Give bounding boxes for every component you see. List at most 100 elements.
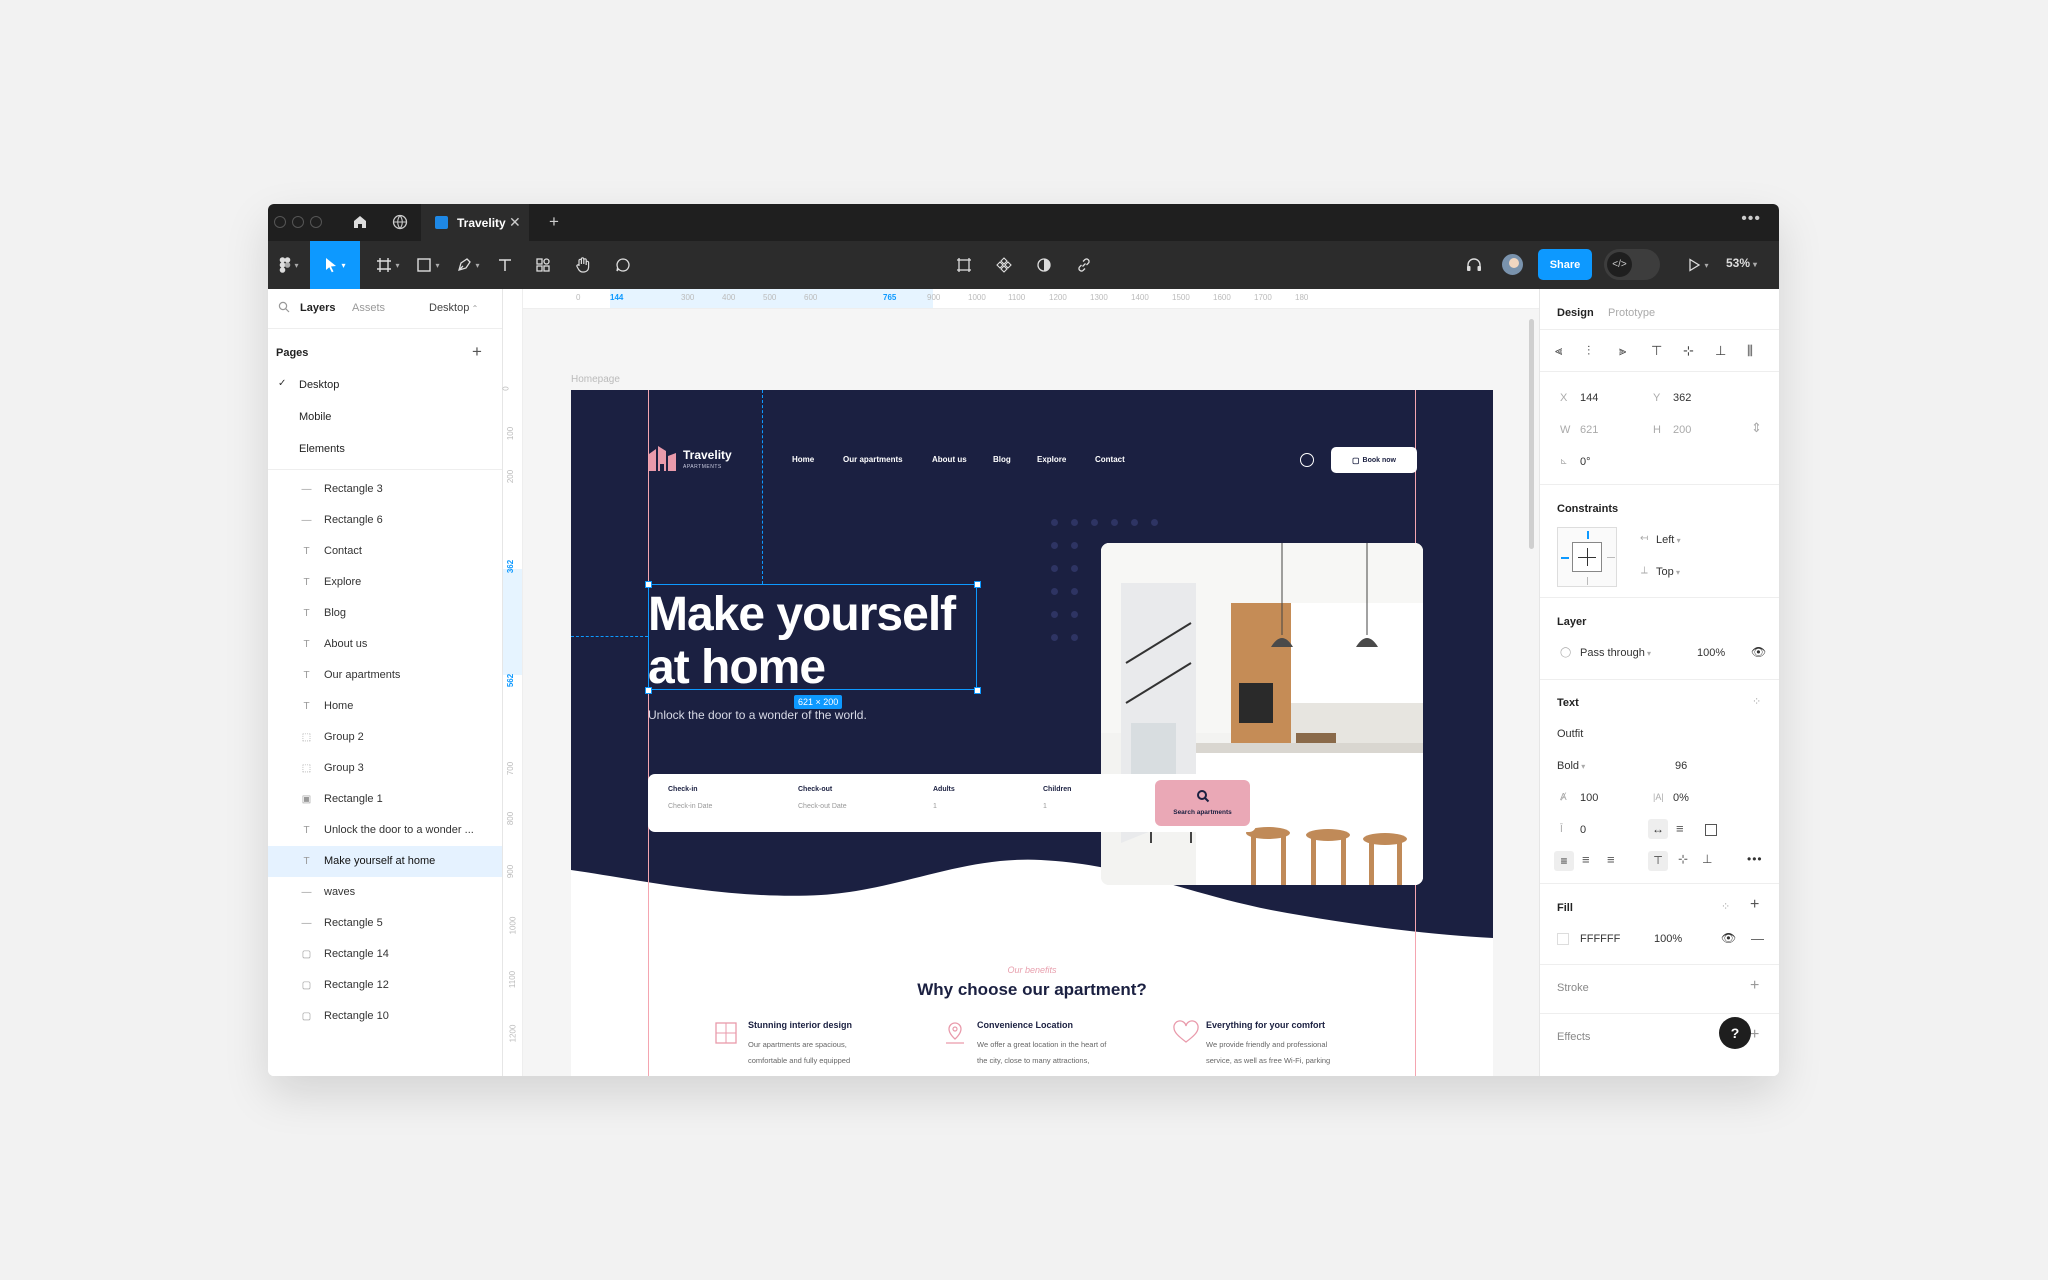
font-weight-select[interactable]: Bold ▾ (1557, 760, 1585, 772)
search-apartments-button[interactable]: Search apartments (1155, 780, 1250, 826)
font-family-select[interactable]: Outfit (1557, 728, 1583, 740)
resources-tool[interactable] (526, 241, 560, 289)
remove-fill-icon[interactable]: — (1751, 931, 1764, 946)
nav-explore[interactable]: Explore (1037, 455, 1066, 464)
add-effect-icon[interactable]: + (1750, 1026, 1759, 1044)
layer-row[interactable]: T Explore (268, 567, 502, 598)
avatar[interactable] (1500, 252, 1525, 277)
checkin-field[interactable]: Check-in Date (668, 803, 712, 810)
paragraph-spacing-input[interactable]: 0 (1580, 824, 1586, 836)
add-page-icon[interactable]: + (472, 342, 482, 362)
layer-row[interactable]: T Home (268, 691, 502, 722)
rotation-input[interactable]: 0° (1580, 456, 1591, 468)
layer-row[interactable]: ⬚ Group 2 (268, 722, 502, 753)
resize-handle[interactable] (974, 687, 981, 694)
height-input[interactable]: 200 (1673, 424, 1691, 436)
nav-our-apartments[interactable]: Our apartments (843, 455, 903, 464)
homepage-frame[interactable]: Travelity APARTMENTS Home Our apartments… (571, 390, 1493, 1076)
add-fill-icon[interactable]: + (1750, 896, 1759, 914)
constrain-proportions-icon[interactable]: ⇕ (1751, 420, 1762, 436)
more-icon[interactable]: ••• (1741, 210, 1761, 228)
audio-button[interactable] (1458, 241, 1490, 289)
close-window-button[interactable] (274, 216, 286, 228)
canvas[interactable]: Homepage Travelity APARTMENTS Home Our a… (523, 309, 1539, 1076)
layer-row[interactable]: ▢ Rectangle 10 (268, 1001, 502, 1032)
text-styles-icon[interactable]: ⁘ (1752, 695, 1761, 708)
text-tool[interactable] (488, 241, 522, 289)
layer-row[interactable]: T Our apartments (268, 660, 502, 691)
children-field[interactable]: 1 (1043, 803, 1047, 810)
tab-design[interactable]: Design (1557, 307, 1594, 319)
link-tool[interactable] (1066, 241, 1102, 289)
constraints-widget[interactable] (1557, 527, 1617, 587)
distribute-icon[interactable]: ⫼ (1747, 343, 1753, 359)
zoom-level[interactable]: 53% ▾ (1726, 256, 1757, 270)
align-v-center-icon[interactable]: ⊹ (1683, 343, 1694, 359)
y-input[interactable]: 362 (1673, 392, 1691, 404)
layer-row[interactable]: ▢ Rectangle 12 (268, 970, 502, 1001)
layer-row[interactable]: T Unlock the door to a wonder ... (268, 815, 502, 846)
align-bottom-icon[interactable]: ⊥ (1702, 852, 1712, 866)
frame-label[interactable]: Homepage (571, 374, 620, 385)
layer-row[interactable]: T Make yourself at home (268, 846, 502, 877)
align-middle-icon[interactable]: ⊹ (1678, 852, 1688, 866)
checkout-field[interactable]: Check-out Date (798, 803, 847, 810)
align-center-icon[interactable]: ≡ (1582, 852, 1590, 867)
fill-visibility-icon[interactable]: 👁 (1721, 931, 1736, 945)
fill-hex-input[interactable]: FFFFFF (1580, 933, 1620, 945)
present-button[interactable]: ▾ (1678, 241, 1718, 289)
frame-tool[interactable]: ▾ (368, 241, 408, 289)
align-left-icon[interactable]: ⫷ (1555, 343, 1562, 359)
comment-tool[interactable] (606, 241, 640, 289)
tab-assets[interactable]: Assets (352, 302, 385, 314)
nav-contact[interactable]: Contact (1095, 455, 1125, 464)
book-now-button[interactable]: ▢ Book now (1331, 447, 1417, 473)
adults-field[interactable]: 1 (933, 803, 937, 810)
layer-row[interactable]: — waves (268, 877, 502, 908)
maximize-window-button[interactable] (310, 216, 322, 228)
tab-prototype[interactable]: Prototype (1608, 307, 1655, 319)
add-stroke-icon[interactable]: + (1750, 977, 1759, 995)
dev-mode-toggle[interactable]: </> (1604, 249, 1660, 280)
help-button[interactable]: ? (1719, 1017, 1751, 1049)
new-tab-icon[interactable]: + (549, 212, 559, 232)
fill-swatch[interactable] (1557, 933, 1569, 945)
more-text-options-icon[interactable]: ••• (1747, 852, 1763, 866)
user-icon[interactable] (1300, 453, 1314, 467)
tab-layers[interactable]: Layers (300, 302, 335, 314)
layer-row[interactable]: ▢ Rectangle 14 (268, 939, 502, 970)
page-item-elements[interactable]: Elements (299, 443, 345, 455)
align-top-icon[interactable]: ⊤ (1648, 851, 1668, 871)
align-right-icon[interactable]: ⫸ (1619, 343, 1626, 359)
layer-row[interactable]: T About us (268, 629, 502, 660)
layer-row[interactable]: — Rectangle 5 (268, 908, 502, 939)
layer-row[interactable]: — Rectangle 6 (268, 505, 502, 536)
x-input[interactable]: 144 (1580, 392, 1598, 404)
layer-row[interactable]: T Contact (268, 536, 502, 567)
share-button[interactable]: Share (1538, 249, 1592, 280)
eye-icon[interactable]: 👁 (1751, 645, 1766, 659)
nav-about-us[interactable]: About us (932, 455, 967, 464)
nav-home[interactable]: Home (792, 455, 814, 464)
layer-row[interactable]: — Rectangle 3 (268, 474, 502, 505)
resize-handle[interactable] (974, 581, 981, 588)
page-selector[interactable]: Desktop ⌃ (429, 302, 478, 314)
resize-handle[interactable] (645, 687, 652, 694)
move-tool[interactable]: ▾ (310, 241, 360, 289)
width-input[interactable]: 621 (1580, 424, 1598, 436)
hand-tool[interactable] (566, 241, 600, 289)
fixed-size-icon[interactable] (1705, 824, 1717, 836)
tab-travelity[interactable]: Travelity ✕ (421, 204, 529, 241)
align-h-center-icon[interactable]: ⫶ (1587, 343, 1590, 359)
globe-icon[interactable] (390, 212, 410, 232)
main-menu-button[interactable]: ▾ (268, 241, 310, 289)
vertical-scrollbar[interactable] (1529, 319, 1534, 549)
fill-styles-icon[interactable]: ⁘ (1721, 900, 1730, 913)
layer-row[interactable]: ▣ Rectangle 1 (268, 784, 502, 815)
font-size-input[interactable]: 96 (1675, 760, 1687, 772)
pen-tool[interactable]: ▾ (448, 241, 488, 289)
nav-blog[interactable]: Blog (993, 455, 1011, 464)
page-item-desktop[interactable]: Desktop (299, 379, 339, 391)
resize-handle[interactable] (645, 581, 652, 588)
auto-height-icon[interactable]: ≡ (1676, 821, 1684, 836)
